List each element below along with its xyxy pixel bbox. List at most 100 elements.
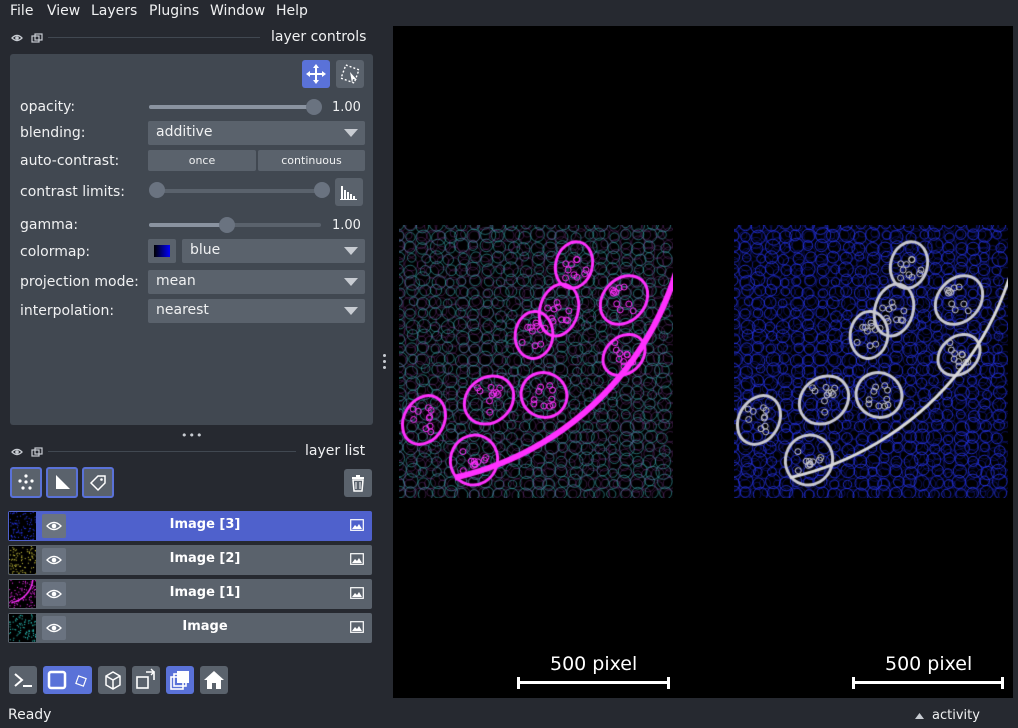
interpolation-value: nearest <box>156 302 209 318</box>
gamma-slider[interactable] <box>149 223 321 227</box>
colormap-swatch-box[interactable] <box>148 239 176 263</box>
auto-contrast-continuous-button[interactable]: continuous <box>258 150 365 171</box>
contrast-low-handle[interactable] <box>149 182 165 198</box>
layer-controls-title: layer controls <box>271 29 367 45</box>
visibility-toggle[interactable] <box>42 582 66 606</box>
menu-layers[interactable]: Layers <box>91 3 137 19</box>
visibility-toggle[interactable] <box>42 616 66 640</box>
auto-contrast-once-button[interactable]: once <box>148 150 256 171</box>
menu-file[interactable]: File <box>10 3 33 19</box>
scale-bar-label: 500 pixel <box>885 653 973 675</box>
image-layer-icon <box>350 553 364 565</box>
layer-name[interactable]: Image [2] <box>68 551 342 566</box>
colormap-label: colormap: <box>20 244 91 260</box>
status-text: Ready <box>8 707 52 723</box>
dock-float-icon[interactable] <box>31 33 43 43</box>
viewer-canvas[interactable]: 500 pixel 500 pixel <box>393 26 1013 698</box>
contrast-limits-label: contrast limits: <box>20 184 125 200</box>
image-layer-icon <box>350 519 364 531</box>
menu-help[interactable]: Help <box>276 3 308 19</box>
layer-row[interactable]: Image [1] <box>8 579 372 609</box>
layer-row[interactable]: Image [2] <box>8 545 372 575</box>
layer-thumbnail <box>9 614 36 642</box>
opacity-label: opacity: <box>20 99 76 115</box>
grid-view-button[interactable] <box>166 666 194 694</box>
roll-dims-button[interactable] <box>98 666 126 694</box>
chevron-down-icon <box>344 278 358 286</box>
opacity-slider-handle[interactable] <box>306 99 322 115</box>
dock-float-icon[interactable] <box>31 447 43 457</box>
dock-close-icon[interactable] <box>11 447 23 457</box>
new-points-layer-button[interactable] <box>10 467 42 498</box>
eye-icon <box>46 589 62 599</box>
scale-bar-tick <box>1001 677 1004 689</box>
status-bar: Ready activity <box>0 702 1018 728</box>
transform-select-icon <box>340 64 360 84</box>
menu-bar: File View Layers Plugins Window Help <box>0 0 1018 24</box>
stacked-squares-icon <box>170 671 189 690</box>
transpose-button[interactable] <box>132 666 160 694</box>
gamma-label: gamma: <box>20 217 79 233</box>
shapes-icon <box>56 475 70 489</box>
menu-window[interactable]: Window <box>210 3 265 19</box>
histogram-button[interactable] <box>335 178 363 206</box>
square-2d-icon <box>47 670 87 690</box>
blending-label: blending: <box>20 125 86 141</box>
interpolation-dropdown[interactable]: nearest <box>148 299 365 323</box>
eye-icon <box>46 521 62 531</box>
dock-divider <box>48 37 260 38</box>
menu-view[interactable]: View <box>47 3 80 19</box>
layer-list-title: layer list <box>305 443 366 459</box>
move-arrows-icon <box>306 64 326 84</box>
home-button[interactable] <box>200 666 228 694</box>
scale-bar-tick <box>852 677 855 689</box>
layer-thumbnail <box>9 512 36 540</box>
new-shapes-layer-button[interactable] <box>46 467 78 498</box>
gamma-slider-handle[interactable] <box>219 217 235 233</box>
contrast-limits-slider[interactable] <box>157 189 322 193</box>
projection-mode-dropdown[interactable]: mean <box>148 270 365 294</box>
cube-icon <box>105 671 121 690</box>
layer-row[interactable]: Image [3] <box>8 511 372 541</box>
dock-splitter-handle[interactable]: ••• <box>181 429 203 442</box>
scale-bar-label: 500 pixel <box>550 653 638 675</box>
scale-bar-tick <box>667 677 670 689</box>
layer-thumbnail <box>9 580 36 608</box>
chevron-down-icon <box>344 307 358 315</box>
console-button[interactable] <box>9 666 37 694</box>
trash-icon <box>352 475 364 492</box>
opacity-slider[interactable] <box>149 105 321 109</box>
transform-button[interactable] <box>336 60 364 88</box>
projection-mode-value: mean <box>156 273 196 289</box>
chevron-down-icon <box>344 129 358 137</box>
menu-plugins[interactable]: Plugins <box>149 3 199 19</box>
gamma-value: 1.00 <box>332 218 361 233</box>
histogram-icon <box>340 186 357 200</box>
layer-name[interactable]: Image [1] <box>68 585 342 600</box>
new-labels-layer-button[interactable] <box>82 467 114 498</box>
activity-button[interactable]: activity <box>932 708 980 723</box>
contrast-high-handle[interactable] <box>314 182 330 198</box>
caret-up-icon <box>915 713 924 719</box>
pan-zoom-button[interactable] <box>302 60 330 88</box>
dock-divider <box>48 451 296 452</box>
layer-name[interactable]: Image [3] <box>68 517 342 532</box>
scale-bar <box>519 681 669 684</box>
visibility-toggle[interactable] <box>42 514 66 538</box>
chevron-down-icon <box>344 247 358 255</box>
delete-layer-button[interactable] <box>344 469 372 497</box>
layer-row[interactable]: Image <box>8 613 372 643</box>
ndisplay-button[interactable] <box>43 666 92 694</box>
interpolation-label: interpolation: <box>20 303 115 319</box>
image-layer-icon <box>350 621 364 633</box>
colormap-dropdown[interactable]: blue <box>182 239 365 263</box>
dock-close-icon[interactable] <box>11 33 23 43</box>
points-icon <box>18 474 34 490</box>
terminal-icon <box>14 673 32 687</box>
eye-icon <box>46 555 62 565</box>
blending-dropdown[interactable]: additive <box>148 121 365 145</box>
vertical-splitter-handle[interactable] <box>382 354 386 370</box>
layer-name[interactable]: Image <box>68 619 342 634</box>
auto-contrast-label: auto-contrast: <box>20 153 120 169</box>
visibility-toggle[interactable] <box>42 548 66 572</box>
